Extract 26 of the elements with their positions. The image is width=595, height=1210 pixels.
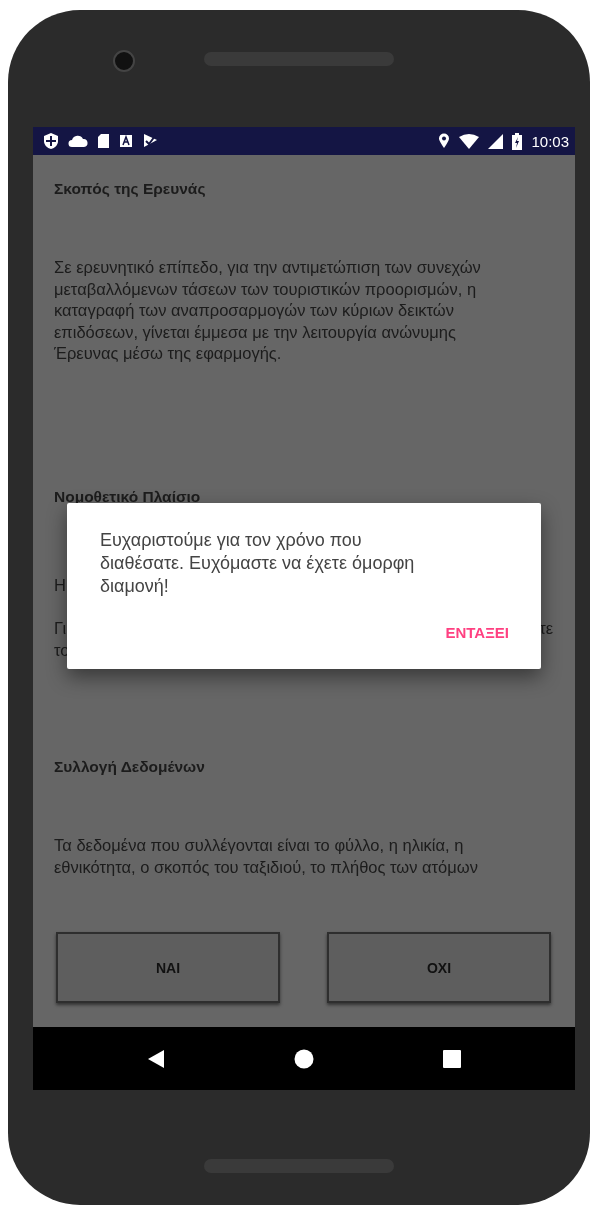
letter-a-icon	[119, 134, 133, 148]
camera-dot	[113, 50, 135, 72]
sd-card-icon	[97, 133, 110, 149]
dialog-message: Ευχαριστούμε για τον χρόνο που διαθέσατε. Ευχόμαστε να έχετε όμορφη διαμονή!	[100, 529, 416, 598]
ok-button[interactable]: ΕΝΤΑΞΕΙ	[445, 618, 509, 647]
shield-icon	[43, 132, 59, 150]
covered-text: τε	[539, 618, 553, 639]
section-heading: Συλλογή Δεδομένων	[54, 757, 206, 777]
home-icon[interactable]	[294, 1048, 314, 1069]
recents-icon[interactable]	[442, 1049, 461, 1068]
answer-button[interactable]: ΝΑΙ	[56, 932, 280, 1003]
battery-icon	[512, 132, 523, 150]
location-pin-icon	[438, 133, 451, 149]
covered-text: Η	[54, 574, 66, 596]
status-time: 10:03	[531, 132, 569, 150]
back-icon[interactable]	[147, 1048, 166, 1069]
section-heading: Σκοπός της Ερευνάς	[54, 179, 207, 199]
section-heading: Νομοθετικό Πλαίσιο	[54, 486, 202, 507]
answer-button[interactable]: ΟΧΙ	[327, 932, 551, 1003]
flag-check-icon	[142, 133, 158, 149]
wifi-icon	[459, 133, 480, 149]
covered-text: Γι	[54, 618, 67, 639]
section-paragraph: Τα δεδομένα που συλλέγονται είναι το φύλλο, η ηλικία, η εθνικότητα, ο σκοπός του ταξιδιού, το πλήθος των ατόμων	[54, 835, 479, 878]
cloud-icon	[68, 134, 88, 148]
section-paragraph: Σε ερευνητικό επίπεδο, για την αντιμετώπιση των συνεχών μεταβαλλόμενων τάσεων των τουριστικών προορισμών, η καταγραφή των αναπροσαρμογών των κύριων δεικτών επιδόσεων, γίνεται έμμεσα με την λειτουργία ανώνυμης Έρευνας μέσω της εφαρμογής.	[54, 257, 482, 364]
signal-icon	[488, 133, 504, 149]
